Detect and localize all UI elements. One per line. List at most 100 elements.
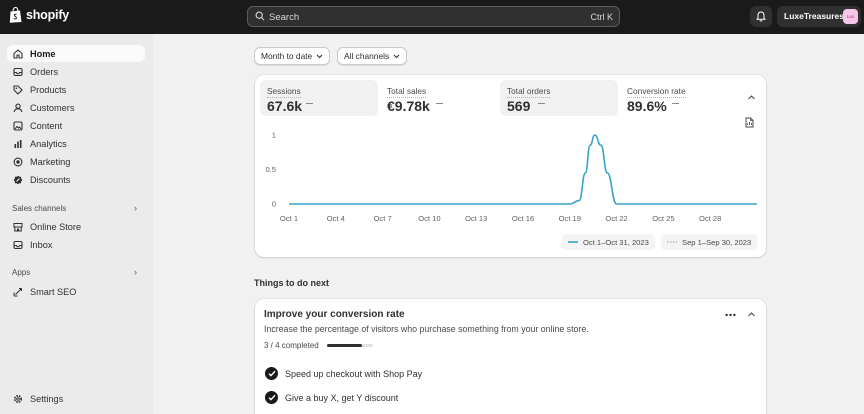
x-tick-label: Oct 4: [327, 214, 345, 223]
sidebar-item-label: Smart SEO: [30, 286, 77, 297]
legend-previous-period[interactable]: Sep 1–Sep 30, 2023: [661, 234, 758, 250]
task-step[interactable]: Speed up checkout with Shop Pay: [265, 367, 422, 380]
sidebar-item-label: Online Store: [30, 221, 82, 232]
channels-label: All channels: [344, 51, 390, 61]
checkmark-circle-icon: [265, 367, 278, 380]
inbox-icon: [13, 240, 23, 249]
x-tick-label: Oct 1: [280, 214, 298, 223]
analytics-icon: [14, 139, 22, 148]
customers-icon: [13, 103, 23, 112]
y-tick-label: 0.5: [265, 165, 276, 174]
seo-icon: [13, 287, 23, 296]
sidebar-item-inbox[interactable]: Inbox: [7, 236, 145, 253]
sidebar-item-discounts[interactable]: Discounts: [7, 171, 145, 188]
sidebar-item-label: Home: [30, 48, 56, 59]
more-options-icon[interactable]: [725, 313, 736, 317]
metric-label: Conversion rate: [627, 86, 686, 98]
metric-trend-dash: [306, 103, 313, 104]
task-step-label: Give a buy X, get Y discount: [285, 392, 399, 403]
task-progress-text: 3 / 4 completed: [264, 341, 319, 350]
metric-value: 569: [507, 98, 531, 114]
y-tick-label: 1: [272, 131, 276, 140]
shopify-logo[interactable]: shopify: [9, 7, 69, 23]
search-placeholder: Search: [269, 12, 300, 23]
metric-label: Total orders: [507, 86, 551, 98]
metric-trend-dash: [672, 103, 679, 104]
date-range-label: Month to date: [261, 51, 313, 61]
content-icon: [13, 120, 23, 131]
x-tick-label: Oct 16: [512, 214, 534, 223]
chevron-down-icon: [316, 54, 323, 58]
store-menu-button[interactable]: LuxeTreasures Lux: [777, 6, 861, 27]
sidebar-item-label: Analytics: [30, 138, 67, 149]
sidebar-item-settings[interactable]: Settings: [7, 390, 145, 407]
sidebar-item-customers[interactable]: Customers: [7, 99, 145, 116]
products-icon: [13, 84, 23, 95]
bell-icon: [756, 11, 766, 22]
metric-label: Total sales: [387, 86, 427, 98]
sidebar-item-content[interactable]: Content: [7, 117, 145, 134]
task-step-label: Speed up checkout with Shop Pay: [285, 368, 423, 379]
store-name: LuxeTreasures: [784, 11, 845, 21]
series-line-0: [289, 134, 757, 205]
notifications-button[interactable]: [750, 6, 772, 27]
sidebar-item-home[interactable]: Home: [7, 45, 145, 62]
task-title: Improve your conversion rate: [264, 309, 405, 320]
y-tick-label: 0: [272, 200, 276, 209]
things-to-do-heading: Things to do next: [254, 278, 329, 288]
metric-label: Sessions: [267, 86, 301, 98]
search-bar[interactable]: Search Ctrl K: [247, 6, 620, 27]
x-tick-label: Oct 22: [605, 214, 627, 223]
shopify-bag-icon: [9, 7, 22, 23]
metric-value: €9.78k: [387, 98, 430, 114]
legend-current-period[interactable]: Oct 1–Oct 31, 2023: [562, 234, 655, 250]
brand-name: shopify: [26, 8, 70, 22]
legend-solid-line-icon: [568, 241, 578, 243]
sidebar-item-orders[interactable]: Orders: [7, 63, 145, 80]
chevron-down-icon: [393, 54, 400, 58]
sidebar-item-products[interactable]: Products: [7, 81, 145, 98]
marketing-icon: [13, 157, 23, 166]
sidebar-item-marketing[interactable]: Marketing: [7, 153, 145, 170]
collapse-chevron-icon[interactable]: [747, 94, 756, 101]
sales-channels-chevron-icon[interactable]: ›: [134, 203, 137, 213]
task-progress-fill: [327, 344, 362, 347]
task-step[interactable]: Give a buy X, get Y discount: [265, 391, 398, 404]
apps-label: Apps: [12, 268, 31, 277]
sidebar-item-label: Settings: [30, 393, 64, 404]
task-progress-bar: [327, 344, 373, 347]
checkmark-circle-icon: [265, 391, 278, 404]
sidebar-item-label: Inbox: [30, 239, 53, 250]
search-icon: [255, 11, 265, 21]
legend-dotted-line-icon: [667, 241, 677, 243]
x-tick-label: Oct 7: [374, 214, 392, 223]
metric-total-sales[interactable]: Total sales €9.78k: [380, 80, 498, 116]
sidebar-item-label: Content: [30, 120, 63, 131]
sidebar-item-analytics[interactable]: Analytics: [7, 135, 145, 152]
collapse-chevron-icon[interactable]: [747, 311, 756, 318]
x-tick-label: Oct 28: [699, 214, 721, 223]
sidebar-item-label: Orders: [30, 66, 59, 77]
metric-trend-dash: [436, 103, 443, 104]
apps-chevron-icon[interactable]: ›: [134, 267, 137, 277]
metric-conversion-rate[interactable]: Conversion rate 89.6%: [620, 80, 738, 116]
sessions-line-chart: 1 0.5 0 Oct 1 Oct 4 Oct 7 Oct 10 Oct 13 Oct 16 Oc…: [265, 131, 757, 223]
sidebar-item-smart-seo[interactable]: Smart SEO: [7, 283, 145, 300]
channels-dropdown[interactable]: All channels: [337, 47, 408, 65]
legend-label: Oct 1–Oct 31, 2023: [583, 237, 649, 247]
sidebar-item-label: Customers: [30, 102, 75, 113]
date-range-dropdown[interactable]: Month to date: [254, 47, 331, 65]
metric-total-orders[interactable]: Total orders 569: [500, 80, 618, 116]
store-avatar: Lux: [843, 9, 858, 24]
gear-icon: [13, 394, 23, 403]
metric-sessions[interactable]: Sessions 67.6k: [260, 80, 378, 116]
x-tick-label: Oct 25: [652, 214, 674, 223]
metric-trend-dash: [538, 103, 545, 104]
sidebar-item-label: Marketing: [30, 156, 71, 167]
metric-value: 89.6%: [627, 98, 667, 114]
sidebar-item-online-store[interactable]: Online Store: [7, 218, 145, 235]
store-icon: [13, 222, 23, 231]
sales-channels-label: Sales channels: [12, 204, 67, 213]
task-description: Increase the percentage of visitors who …: [264, 324, 589, 334]
search-shortcut: Ctrl K: [590, 12, 614, 22]
